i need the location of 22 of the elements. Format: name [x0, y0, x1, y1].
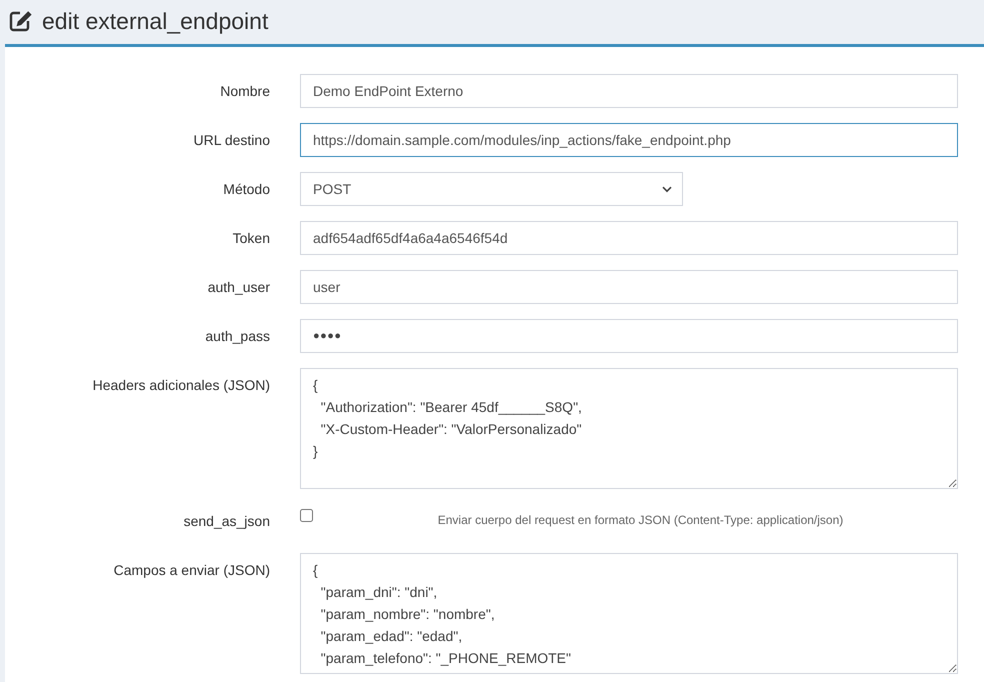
text-field[interactable]: https://domain.sample.com/modules/inp_actions/fake_endpoint.php: [300, 123, 958, 157]
pencil-square-icon: [9, 10, 33, 32]
password-field[interactable]: ●●●●: [300, 319, 958, 353]
text-field[interactable]: user: [300, 270, 958, 304]
field-label: Campos a enviar (JSON): [114, 561, 270, 580]
page-title: edit external_endpoint: [42, 7, 268, 35]
field-label: Método: [223, 180, 270, 199]
text-field[interactable]: adf654adf65df4a6a4a6546f54d: [300, 221, 958, 255]
checkbox[interactable]: [300, 509, 313, 522]
json-textarea[interactable]: { "Authorization": "Bearer 45df______S8Q", "X-Custom-Header": "ValorPersonalizado" }: [300, 368, 958, 489]
field-label: Headers adicionales (JSON): [92, 376, 270, 395]
field-label: auth_pass: [205, 327, 270, 346]
text-field[interactable]: Demo EndPoint Externo: [300, 74, 958, 108]
help-text: Enviar cuerpo del request en formato JSON (Content-Type: application/json): [436, 512, 844, 527]
chevron-down-icon: [662, 186, 672, 192]
field-label: send_as_json: [184, 512, 270, 531]
field-label: auth_user: [208, 278, 270, 297]
json-textarea[interactable]: { "param_dni": "dni", "param_nombre": "nombre", "param_edad": "edad", "param_telefono": "_PHONE_REMOTE": [300, 553, 958, 674]
dropdown-select[interactable]: POST: [300, 172, 683, 206]
field-label: Token: [232, 229, 270, 248]
field-label: Nombre: [220, 82, 270, 101]
field-label: URL destino: [193, 131, 270, 150]
